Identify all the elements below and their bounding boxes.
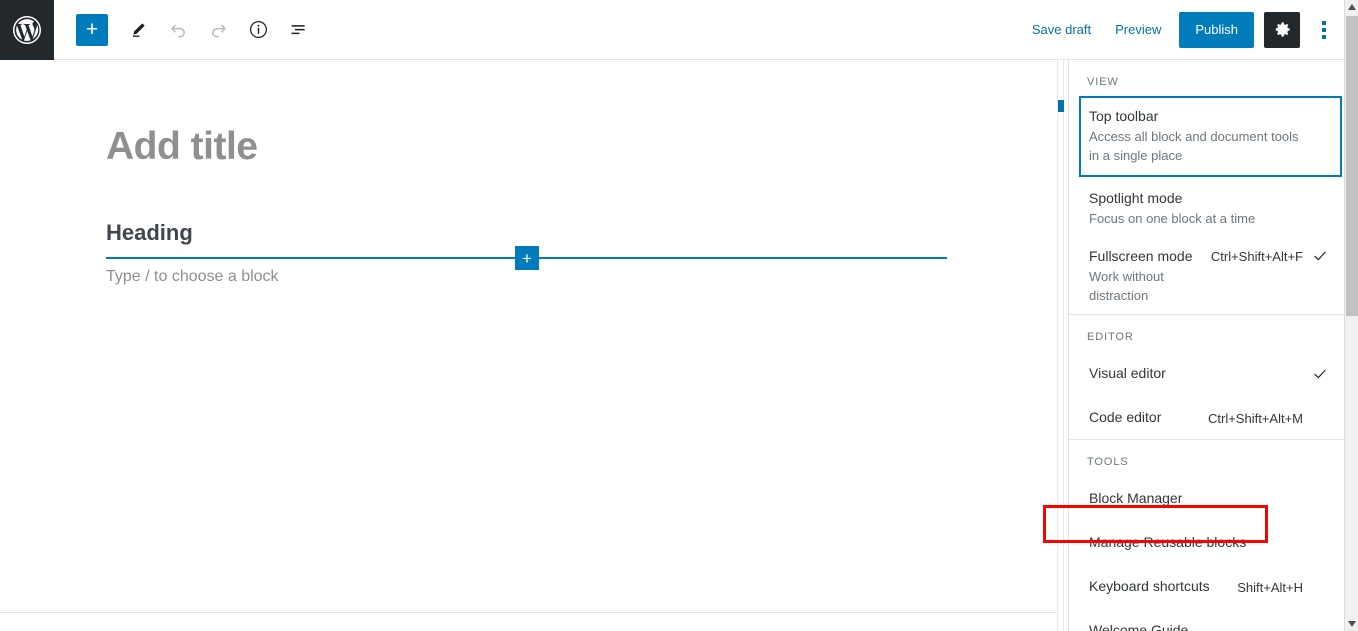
menu-item-title: Welcome Guide: [1089, 622, 1189, 631]
redo-icon[interactable]: [200, 12, 236, 48]
add-block-label: +: [85, 18, 99, 41]
menu-item-title: Top toolbar: [1089, 108, 1159, 124]
menu-item-title: Block Manager: [1089, 490, 1183, 506]
info-icon[interactable]: [240, 12, 276, 48]
menu-item-title: Spotlight mode: [1089, 190, 1183, 206]
menu-item-meta: Shift+Alt+H: [1237, 578, 1329, 595]
list-view-icon[interactable]: [280, 12, 316, 48]
menu-item-texts: Keyboard shortcuts: [1089, 577, 1237, 595]
menu-item-keyboard-shortcuts[interactable]: Keyboard shortcuts Shift+Alt+H: [1069, 564, 1345, 608]
undo-icon[interactable]: [160, 12, 196, 48]
panel-scrollbar-thumb[interactable]: [1058, 100, 1064, 112]
toolbar-right-actions: Save draft Preview Publish: [1020, 0, 1358, 60]
canvas-bottom-divider: [0, 612, 1058, 613]
menu-item-visual-editor[interactable]: Visual editor: [1069, 351, 1345, 395]
ellipsis-dot: [1322, 27, 1326, 32]
menu-group-label: EDITOR: [1087, 331, 1134, 343]
menu-item-manage-reusable-blocks[interactable]: Manage Reusable blocks: [1069, 520, 1345, 564]
inline-block-inserter-button[interactable]: +: [515, 246, 539, 270]
wordpress-block-editor: + Save draft Preview Publish Add title H…: [0, 0, 1358, 631]
menu-group-label: TOOLS: [1087, 456, 1129, 468]
empty-paragraph-block[interactable]: Type / to choose a block: [106, 268, 279, 286]
panel-scrollbar-track[interactable]: [1057, 60, 1064, 631]
menu-item-shortcut: Shift+Alt+H: [1237, 579, 1303, 595]
scrollbar-up-arrow-icon[interactable]: [1345, 0, 1358, 14]
menu-item-texts: Block Manager: [1089, 489, 1311, 507]
browser-scrollbar[interactable]: [1344, 0, 1358, 631]
menu-item-texts: Welcome Guide: [1089, 621, 1311, 631]
menu-item-fullscreen-mode[interactable]: Fullscreen mode Work without distraction C…: [1069, 237, 1345, 314]
checkmark-icon: [1311, 366, 1329, 382]
menu-item-title: Keyboard shortcuts: [1089, 578, 1210, 594]
menu-item-title: Manage Reusable blocks: [1089, 534, 1247, 550]
more-options-ellipsis-vertical-icon[interactable]: [1308, 12, 1340, 48]
settings-gear-icon[interactable]: [1264, 11, 1300, 48]
menu-item-subtitle: Focus on one block at a time: [1089, 211, 1256, 226]
editor-top-bar: + Save draft Preview Publish: [0, 0, 1358, 60]
checkmark-icon: [1311, 248, 1329, 264]
menu-item-code-editor[interactable]: Code editor Ctrl+Shift+Alt+M: [1069, 395, 1345, 439]
inline-inserter-label: +: [522, 248, 532, 268]
menu-item-top-toolbar[interactable]: Top toolbar Access all block and document…: [1079, 96, 1342, 177]
browser-scrollbar-thumb[interactable]: [1346, 16, 1358, 316]
menu-group-editor: EDITOR Visual editor Code editor Ctrl+Shift…: [1069, 314, 1345, 439]
menu-item-texts: Spotlight mode Focus on one block at a ti…: [1089, 188, 1311, 228]
menu-item-subtitle: Access all block and document tools in a…: [1089, 129, 1299, 163]
menu-item-meta: Ctrl+Shift+Alt+M: [1208, 409, 1329, 426]
menu-group-label: VIEW: [1087, 76, 1119, 88]
more-options-dropdown-menu: VIEW Top toolbar Access all block and docu…: [1068, 60, 1346, 631]
preview-button[interactable]: Preview: [1103, 14, 1173, 45]
menu-item-texts: Visual editor: [1089, 364, 1311, 382]
heading-block[interactable]: Heading: [106, 220, 193, 246]
scrollbar-down-arrow-icon[interactable]: [1345, 617, 1358, 631]
edit-pencil-icon[interactable]: [120, 12, 156, 48]
menu-item-title: Code editor: [1089, 409, 1162, 425]
menu-item-meta: [1311, 497, 1329, 499]
save-draft-button[interactable]: Save draft: [1020, 14, 1103, 45]
toolbar-left-tools: +: [54, 0, 316, 60]
menu-item-title: Fullscreen mode: [1089, 248, 1193, 264]
menu-group-view: VIEW Top toolbar Access all block and docu…: [1069, 60, 1345, 314]
menu-item-subtitle: Work without distraction: [1089, 269, 1164, 303]
ellipsis-dot: [1322, 20, 1326, 25]
menu-item-spotlight-mode[interactable]: Spotlight mode Focus on one block at a ti…: [1069, 179, 1345, 237]
menu-item-texts: Fullscreen mode Work without distraction: [1089, 246, 1211, 305]
menu-item-texts: Code editor: [1089, 408, 1208, 426]
menu-item-welcome-guide[interactable]: Welcome Guide: [1069, 608, 1345, 631]
menu-item-shortcut: Ctrl+Shift+Alt+M: [1207, 410, 1303, 426]
menu-item-meta: Ctrl+Shift+Alt+F: [1211, 246, 1329, 264]
menu-item-texts: Manage Reusable blocks: [1089, 533, 1311, 551]
menu-item-block-manager[interactable]: Block Manager: [1069, 476, 1345, 520]
menu-item-shortcut: Ctrl+Shift+Alt+F: [1210, 248, 1303, 264]
menu-item-texts: Top toolbar Access all block and document…: [1089, 106, 1312, 165]
add-block-button[interactable]: +: [76, 13, 108, 46]
menu-item-title: Visual editor: [1089, 365, 1166, 381]
menu-item-meta: [1311, 541, 1329, 543]
publish-button[interactable]: Publish: [1179, 11, 1254, 48]
menu-item-meta: [1312, 106, 1330, 108]
ellipsis-dot: [1322, 34, 1326, 39]
menu-group-tools: TOOLS Block Manager Manage Reusable blocks…: [1069, 439, 1345, 631]
menu-item-meta: [1311, 364, 1329, 382]
post-title-input[interactable]: Add title: [106, 125, 258, 169]
wordpress-logo-icon[interactable]: [0, 0, 54, 60]
menu-item-meta: [1311, 188, 1329, 190]
editor-canvas: Add title Heading + Type / to choose a b…: [0, 60, 1058, 631]
